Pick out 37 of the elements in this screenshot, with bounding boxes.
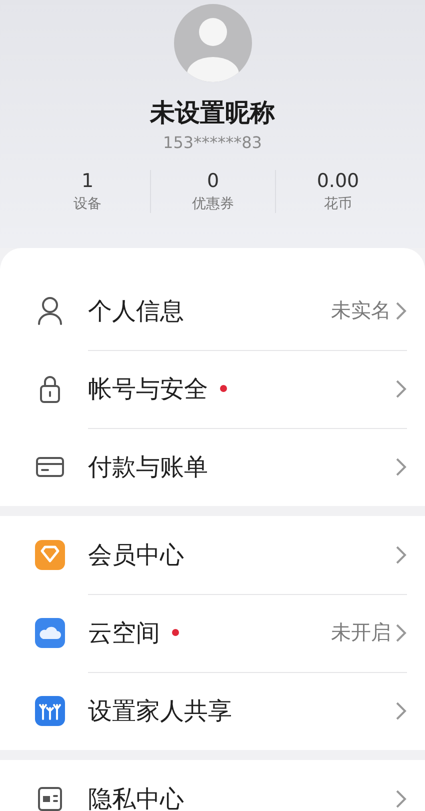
menu-row[interactable]: 付款与账单 [0, 428, 425, 506]
menu-value: 未实名 [331, 297, 391, 324]
chevron-icon [395, 544, 407, 564]
menu-row[interactable]: 帐号与安全 [0, 350, 425, 428]
stat-value[interactable]: 0 [206, 170, 220, 192]
lock-icon [38, 374, 62, 404]
stat-label[interactable]: 设备 [74, 195, 102, 213]
menu-row[interactable]: 设置家人共享 [0, 672, 425, 750]
menu-label: 付款与账单 [88, 452, 208, 483]
menu-row[interactable]: 隐私中心 [0, 760, 425, 811]
menu-label: 设置家人共享 [88, 696, 232, 727]
family-icon [35, 696, 65, 726]
phone-number: 153******83 [163, 133, 262, 152]
id-card-icon [36, 785, 64, 811]
menu-label: 会员中心 [88, 540, 184, 570]
menu-row[interactable]: 个人信息 未实名 [0, 272, 425, 350]
menu-label: 隐私中心 [88, 784, 184, 811]
cloud-icon [35, 618, 65, 648]
menu-value: 未开启 [331, 619, 391, 646]
chevron-icon [395, 378, 407, 398]
stat-label[interactable]: 优惠券 [192, 195, 234, 213]
chevron-icon [395, 300, 407, 320]
chevron-icon [395, 789, 407, 809]
menu-label: 云空间 [88, 618, 160, 648]
stat-label[interactable]: 花币 [324, 195, 352, 213]
chevron-icon [395, 622, 407, 642]
stat-value[interactable]: 0.00 [316, 170, 360, 192]
menu-row[interactable]: 云空间 未开启 [0, 594, 425, 672]
card-icon [35, 455, 65, 479]
chevron-icon [395, 701, 407, 721]
menu-row[interactable]: 会员中心 [0, 516, 425, 594]
chevron-icon [395, 457, 407, 477]
person-icon [36, 296, 64, 326]
nickname[interactable]: 未设置昵称 [150, 96, 275, 129]
menu-label: 帐号与安全 [88, 374, 208, 404]
stat-value[interactable]: 1 [81, 170, 94, 192]
menu-label: 个人信息 [88, 296, 184, 326]
